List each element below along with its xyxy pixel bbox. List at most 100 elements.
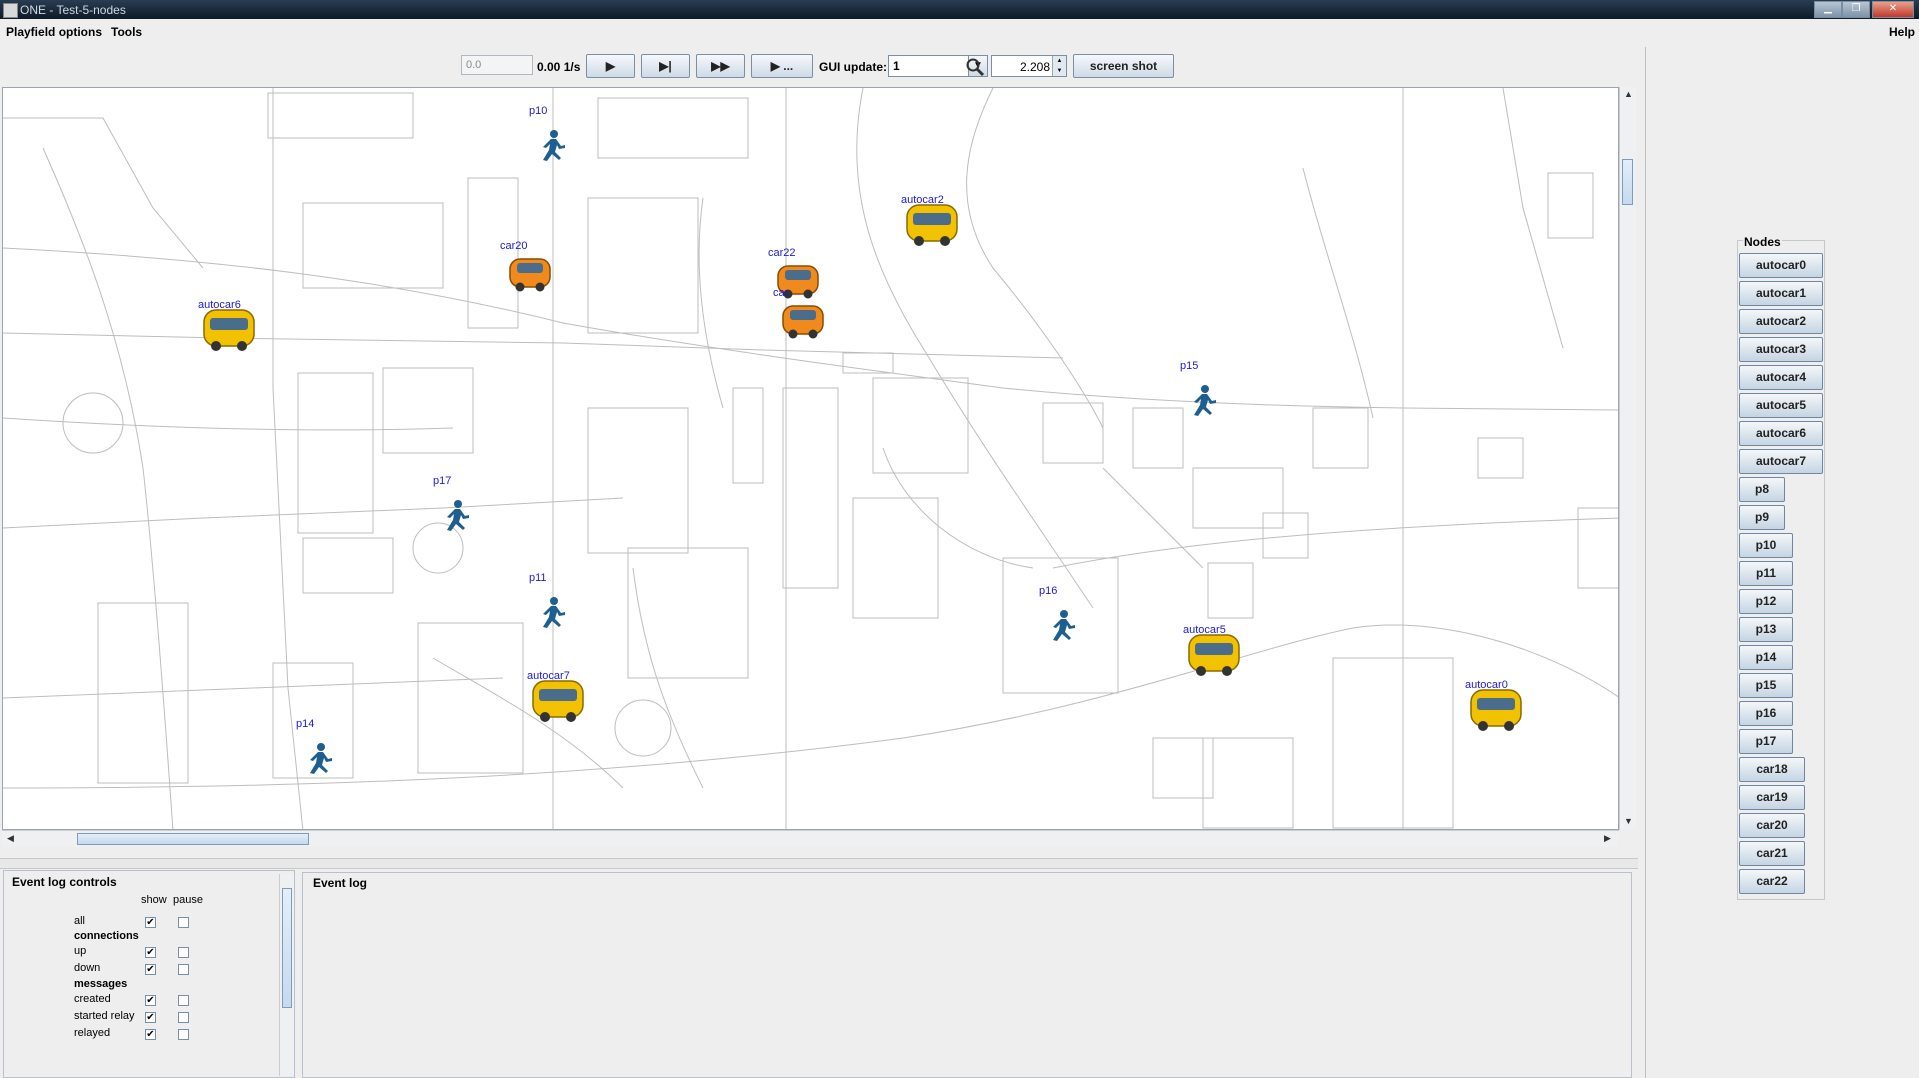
- pause-checkbox[interactable]: [178, 1012, 189, 1023]
- node-label: p15: [1180, 360, 1198, 372]
- map-node-layer: p10 autocar2 car20 car22 car autocar6 p15 p17 p1…: [198, 105, 1522, 774]
- show-checkbox[interactable]: ✔: [145, 1012, 156, 1023]
- close-button[interactable]: ✕: [1872, 1, 1914, 18]
- node-label: car20: [500, 240, 528, 252]
- show-checkbox[interactable]: ✔: [145, 917, 156, 928]
- node-button-p12[interactable]: p12: [1739, 589, 1793, 614]
- node-button-car19[interactable]: car19: [1739, 785, 1805, 810]
- car-icon[interactable]: [782, 305, 824, 339]
- show-checkbox[interactable]: ✔: [145, 947, 156, 958]
- menu-bar: Playfield options Tools Help: [0, 19, 1919, 45]
- node-button-autocar7[interactable]: autocar7: [1739, 449, 1823, 474]
- play-until-button[interactable]: ▶ ...: [751, 54, 813, 78]
- log-row-label: all: [74, 915, 86, 927]
- bus-icon[interactable]: [1470, 689, 1522, 731]
- event-log-controls-heading: Event log controls: [12, 875, 117, 889]
- playfield-map[interactable]: p10 autocar2 car20 car22 car autocar6 p15 p17 p1…: [2, 87, 1619, 830]
- step-button[interactable]: ▶|: [641, 54, 690, 78]
- log-row-label: started relay: [74, 1010, 135, 1022]
- bus-icon[interactable]: [1188, 634, 1240, 676]
- show-checkbox[interactable]: ✔: [145, 1029, 156, 1040]
- bus-icon[interactable]: [203, 309, 255, 351]
- node-button-autocar5[interactable]: autocar5: [1739, 393, 1823, 418]
- car-icon[interactable]: [509, 258, 551, 292]
- scroll-down-icon[interactable]: ▼: [1624, 816, 1633, 826]
- minimize-button[interactable]: ▁: [1814, 1, 1842, 18]
- zoom-value: 2.208: [1019, 60, 1050, 74]
- scroll-left-icon[interactable]: ◀: [7, 833, 14, 844]
- person-icon[interactable]: [447, 500, 469, 531]
- pause-checkbox[interactable]: [178, 995, 189, 1006]
- node-button-p9[interactable]: p9: [1739, 505, 1785, 530]
- person-icon[interactable]: [1194, 385, 1216, 416]
- simulation-toolbar: 0.0 0.00 1/s ▶ ▶| ▶▶ ▶ ... GUI update: 1…: [0, 47, 1640, 87]
- node-label: p16: [1039, 585, 1057, 597]
- node-button-p17[interactable]: p17: [1739, 729, 1793, 754]
- pause-checkbox[interactable]: [178, 917, 189, 928]
- fast-forward-button[interactable]: ▶▶: [696, 54, 745, 78]
- person-icon[interactable]: [543, 597, 565, 628]
- pause-checkbox[interactable]: [178, 947, 189, 958]
- gui-update-label: GUI update:: [819, 60, 887, 74]
- zoom-spinner[interactable]: 2.208 ▲ ▼: [991, 55, 1067, 77]
- node-label: autocar0: [1465, 679, 1508, 691]
- nodes-heading: Nodes: [1743, 235, 1782, 249]
- node-button-p8[interactable]: p8: [1739, 477, 1785, 502]
- node-button-p14[interactable]: p14: [1739, 645, 1793, 670]
- show-checkbox[interactable]: ✔: [145, 995, 156, 1006]
- node-button-p16[interactable]: p16: [1739, 701, 1793, 726]
- menu-playfield-options[interactable]: Playfield options: [6, 25, 102, 39]
- node-button-autocar4[interactable]: autocar4: [1739, 365, 1823, 390]
- gui-update-value: 1: [893, 59, 900, 73]
- menu-help[interactable]: Help: [1889, 25, 1915, 39]
- playfield-vertical-scrollbar[interactable]: ▲ ▼: [1619, 87, 1636, 830]
- bus-icon[interactable]: [906, 204, 958, 246]
- menu-tools[interactable]: Tools: [111, 25, 142, 39]
- pause-checkbox[interactable]: [178, 1029, 189, 1040]
- screenshot-button[interactable]: screen shot: [1073, 54, 1174, 78]
- vertical-scroll-thumb[interactable]: [1622, 159, 1633, 205]
- show-checkbox[interactable]: ✔: [145, 964, 156, 975]
- bus-icon[interactable]: [532, 680, 584, 722]
- person-icon[interactable]: [310, 743, 332, 774]
- person-icon[interactable]: [1053, 610, 1075, 641]
- horizontal-scroll-thumb[interactable]: [77, 833, 309, 845]
- node-label: car22: [768, 247, 796, 259]
- node-button-p13[interactable]: p13: [1739, 617, 1793, 642]
- node-button-p10[interactable]: p10: [1739, 533, 1793, 558]
- maximize-button[interactable]: ❐: [1842, 1, 1870, 18]
- event-log-heading: Event log: [313, 876, 368, 890]
- node-label: p17: [433, 475, 451, 487]
- window-title: ONE - Test-5-nodes: [20, 3, 126, 17]
- spinner-down-icon[interactable]: ▼: [1052, 66, 1066, 76]
- log-row-label: connections: [74, 930, 139, 942]
- node-button-autocar2[interactable]: autocar2: [1739, 309, 1823, 334]
- node-button-car21[interactable]: car21: [1739, 841, 1805, 866]
- node-button-p15[interactable]: p15: [1739, 673, 1793, 698]
- event-log-controls-scrollbar[interactable]: [279, 874, 294, 1076]
- node-button-autocar3[interactable]: autocar3: [1739, 337, 1823, 362]
- person-icon[interactable]: [543, 130, 565, 161]
- node-label: p11: [529, 572, 547, 584]
- spinner-up-icon[interactable]: ▲: [1052, 56, 1066, 66]
- node-button-car18[interactable]: car18: [1739, 757, 1805, 782]
- panel-splitter[interactable]: [0, 858, 1638, 869]
- node-button-autocar1[interactable]: autocar1: [1739, 281, 1823, 306]
- node-label: autocar7: [527, 670, 570, 682]
- node-button-car20[interactable]: car20: [1739, 813, 1805, 838]
- pause-checkbox[interactable]: [178, 964, 189, 975]
- zoom-icon: [966, 58, 985, 77]
- node-button-autocar0[interactable]: autocar0: [1739, 253, 1823, 278]
- scroll-up-icon[interactable]: ▲: [1624, 89, 1633, 99]
- node-label: autocar2: [901, 194, 944, 206]
- playfield-horizontal-scrollbar[interactable]: ◀ ▶: [2, 830, 1619, 847]
- log-scroll-thumb[interactable]: [282, 888, 292, 1008]
- node-button-p11[interactable]: p11: [1739, 561, 1793, 586]
- node-button-autocar6[interactable]: autocar6: [1739, 421, 1823, 446]
- node-button-car22[interactable]: car22: [1739, 869, 1805, 894]
- node-label: autocar6: [198, 299, 241, 311]
- event-log-panel: Event log: [302, 872, 1632, 1078]
- play-button[interactable]: ▶: [586, 54, 635, 78]
- pause-column-header: pause: [173, 894, 203, 906]
- scroll-right-icon[interactable]: ▶: [1604, 833, 1611, 844]
